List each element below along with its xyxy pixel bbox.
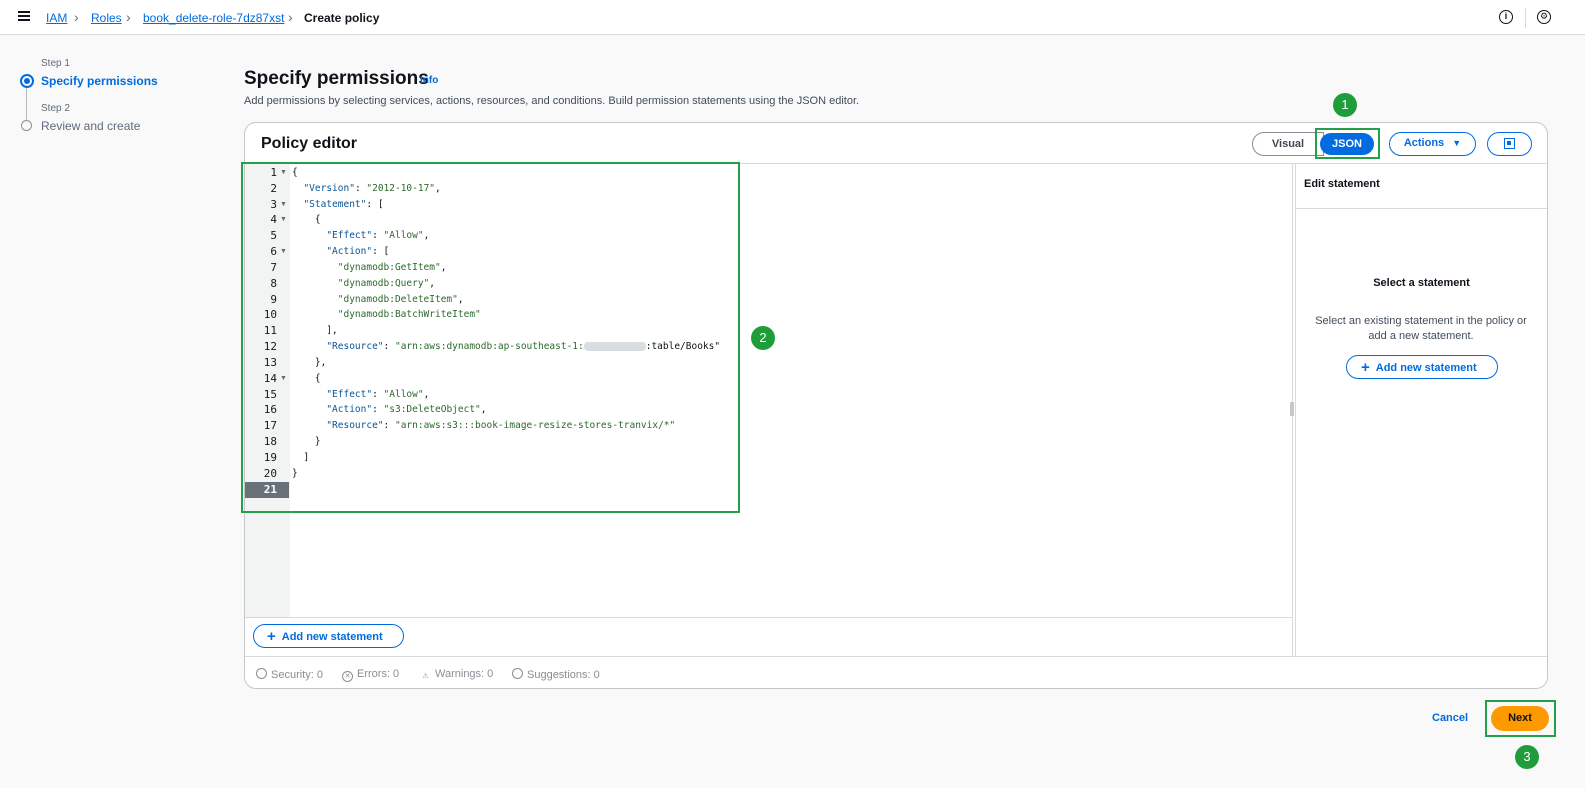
- step-connector: [26, 88, 27, 120]
- info-icon[interactable]: i: [1499, 10, 1513, 24]
- top-navigation: IAM › Roles › book_delete-role-7dz87xst …: [0, 0, 1585, 35]
- fullscreen-icon: [1504, 138, 1515, 149]
- annotation-box-3: [1485, 700, 1556, 737]
- resize-handle[interactable]: [1290, 402, 1294, 416]
- caret-down-icon: ▼: [1452, 138, 1462, 148]
- breadcrumb-iam[interactable]: IAM: [46, 11, 67, 25]
- step-2-indicator: [21, 120, 32, 131]
- select-statement-title: Select a statement: [1373, 277, 1470, 289]
- add-statement-label: Add new statement: [1375, 362, 1477, 374]
- divider: [245, 617, 1292, 618]
- plus-icon: +: [1361, 359, 1370, 376]
- status-security-label: Security: 0: [271, 669, 323, 681]
- step-2-label: Review and create: [41, 119, 141, 133]
- side-add-statement-button[interactable]: + Add new statement: [1346, 355, 1498, 379]
- cancel-button[interactable]: Cancel: [1432, 712, 1468, 724]
- status-warnings-label: Warnings: 0: [435, 668, 494, 680]
- add-statement-label: Add new statement: [281, 631, 383, 643]
- actions-dropdown-button[interactable]: Actions ▼: [1389, 132, 1476, 156]
- page-description: Add permissions by selecting services, a…: [244, 95, 860, 107]
- divider: [1525, 8, 1526, 28]
- chevron-right-icon: ›: [288, 9, 293, 25]
- menu-icon[interactable]: [18, 11, 30, 21]
- annotation-box-1: [1315, 128, 1380, 159]
- fullscreen-button[interactable]: [1487, 132, 1532, 156]
- divider: [1295, 164, 1296, 656]
- error-icon: ✕: [342, 671, 353, 682]
- chevron-right-icon: ›: [74, 9, 79, 25]
- step-1-indicator: [20, 74, 34, 88]
- chevron-right-icon: ›: [126, 9, 131, 25]
- annotation-marker-2: 2: [751, 326, 775, 350]
- step-1-number: Step 1: [41, 58, 70, 69]
- divider: [245, 656, 1547, 657]
- breadcrumb-current: Create policy: [304, 11, 380, 25]
- status-security[interactable]: Security: 0: [256, 668, 323, 681]
- step-2-number: Step 2: [41, 103, 70, 114]
- status-errors[interactable]: ✕ Errors: 0: [342, 668, 399, 682]
- annotation-marker-3: 3: [1515, 745, 1539, 769]
- policy-editor-title: Policy editor: [261, 135, 358, 152]
- add-new-statement-button[interactable]: + Add new statement: [253, 624, 404, 648]
- annotation-box-2: [241, 162, 740, 513]
- shield-icon: [256, 668, 267, 679]
- breadcrumb-roles[interactable]: Roles: [91, 11, 122, 25]
- divider: [1296, 208, 1547, 209]
- warning-icon: ⚠: [422, 673, 429, 680]
- page-title: Specify permissions: [244, 68, 429, 89]
- annotation-marker-1: 1: [1333, 93, 1357, 117]
- status-warnings[interactable]: ⚠ Warnings: 0: [420, 668, 493, 683]
- edit-statement-title: Edit statement: [1304, 178, 1380, 190]
- breadcrumb-role[interactable]: book_delete-role-7dz87xst: [143, 11, 284, 25]
- plus-icon: +: [267, 628, 276, 645]
- info-link[interactable]: Info: [420, 75, 438, 86]
- status-errors-label: Errors: 0: [357, 668, 400, 680]
- settings-icon[interactable]: ⚙: [1537, 10, 1551, 24]
- step-1-label[interactable]: Specify permissions: [41, 74, 158, 88]
- status-suggestions-label: Suggestions: 0: [527, 669, 600, 681]
- select-statement-description: Select an existing statement in the poli…: [1315, 315, 1527, 342]
- visual-toggle-button[interactable]: Visual: [1252, 132, 1324, 156]
- status-suggestions[interactable]: Suggestions: 0: [512, 668, 600, 681]
- lightbulb-icon: [512, 668, 523, 679]
- actions-label: Actions: [1403, 137, 1445, 149]
